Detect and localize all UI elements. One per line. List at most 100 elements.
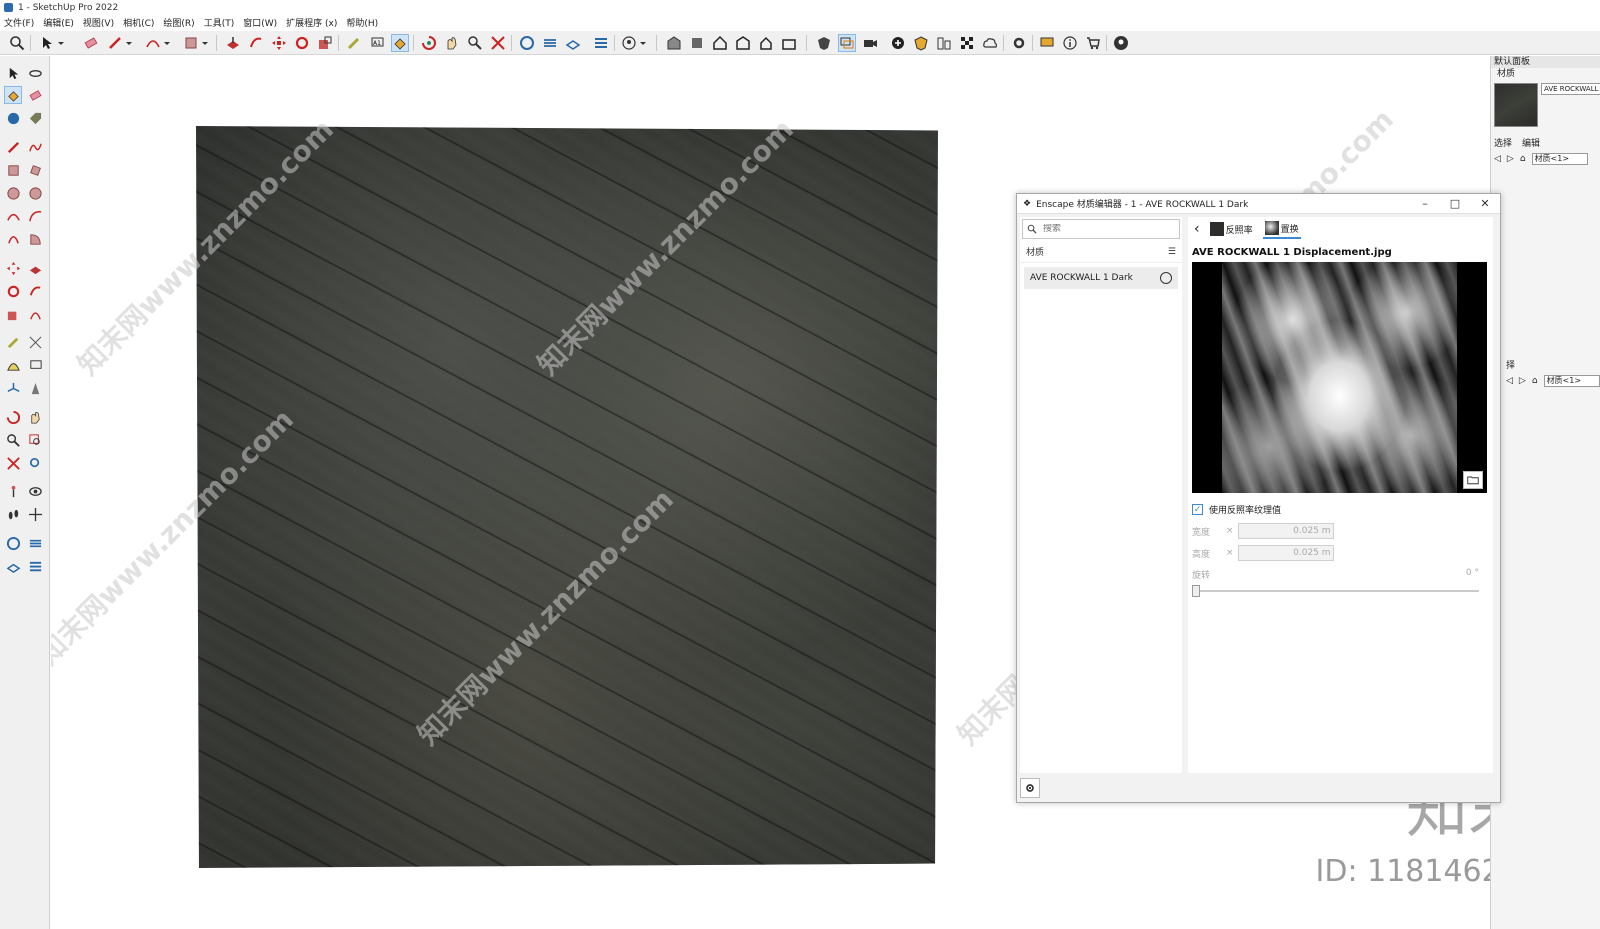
rotated-rectangle-icon[interactable] [26,161,44,179]
close-icon[interactable]: ✕ [1470,197,1500,210]
tag-icon[interactable] [26,109,44,127]
home-icon[interactable]: ⌂ [1520,154,1526,164]
view-side-icon[interactable] [757,34,775,52]
follow-me-icon[interactable] [26,282,44,300]
material-type-icon[interactable] [1160,272,1172,284]
tray-section-materials[interactable]: 材质 [1491,68,1600,80]
height-input[interactable] [1237,545,1334,561]
enscape-sync-icon[interactable] [541,34,559,52]
material-collection-select[interactable]: 材质<1> [1543,375,1600,387]
tab-edit[interactable]: 编辑 [1522,136,1540,149]
rotation-slider[interactable] [1192,585,1487,597]
search-icon[interactable] [8,34,26,52]
material-collection-select[interactable]: 材质<1> [1531,153,1588,165]
walk-icon[interactable] [4,505,22,523]
rotate-icon[interactable] [4,282,22,300]
slider-thumb[interactable] [1192,585,1200,597]
section-plane-icon[interactable] [26,505,44,523]
text-icon[interactable]: A1 [368,34,386,52]
enscape-views-icon[interactable] [4,557,22,575]
rectangle-icon[interactable] [182,34,200,52]
orbit-icon[interactable] [420,34,438,52]
pie-icon[interactable] [26,230,44,248]
arc-icon[interactable] [4,207,22,225]
extension-warehouse-icon[interactable] [688,34,706,52]
forward-arrow-icon[interactable]: ▷ [1507,154,1514,164]
menu-window[interactable]: 窗口(W) [243,16,277,29]
menu-camera[interactable]: 相机(C) [123,16,154,29]
follow-me-icon[interactable] [247,34,265,52]
tape-measure-icon[interactable] [4,333,22,351]
dimensions-icon[interactable] [935,34,953,52]
enscape-start-icon[interactable] [4,534,22,552]
camera-icon[interactable] [861,34,879,52]
home-icon[interactable] [711,34,729,52]
offset-icon[interactable] [26,305,44,323]
tab-select[interactable]: 选择 [1494,136,1512,149]
forward-arrow-icon[interactable]: ▷ [1519,376,1526,386]
cloud-icon[interactable] [981,34,999,52]
protractor-icon[interactable] [4,356,22,374]
paint-bucket-icon[interactable] [391,34,409,52]
shield-check-icon[interactable] [815,34,833,52]
checker-icon[interactable] [958,34,976,52]
view-front-icon[interactable] [734,34,752,52]
push-pull-icon[interactable] [26,259,44,277]
pan-icon[interactable] [26,408,44,426]
freehand-icon[interactable] [26,138,44,156]
scale-icon[interactable] [4,305,22,323]
hamburger-menu-icon[interactable]: ☰ [1168,247,1176,257]
move-icon[interactable] [4,259,22,277]
user-account-icon[interactable] [620,34,638,52]
position-camera-icon[interactable] [4,482,22,500]
enscape-start-icon[interactable] [518,34,536,52]
three-point-arc-icon[interactable] [4,230,22,248]
info-icon[interactable] [1061,34,1079,52]
folder-icon[interactable] [1463,471,1483,489]
back-arrow-icon[interactable]: ◁ [1506,376,1513,386]
polygon-icon[interactable] [26,184,44,202]
pan-icon[interactable] [443,34,461,52]
dimension-icon[interactable] [26,333,44,351]
pencil-icon[interactable] [106,34,124,52]
menu-draw[interactable]: 绘图(R) [163,16,194,29]
width-input[interactable] [1237,523,1334,539]
component-icon[interactable] [4,109,22,127]
zoom-icon[interactable] [4,431,22,449]
select-arrow-icon[interactable] [38,34,56,52]
arc-icon[interactable] [144,34,162,52]
rectangle-icon[interactable] [4,161,22,179]
enscape-capture-icon[interactable] [592,34,610,52]
back-arrow-icon[interactable]: ◁ [1494,154,1501,164]
3d-text-icon[interactable] [26,379,44,397]
menu-view[interactable]: 视图(V) [83,16,114,29]
rotate-icon[interactable] [293,34,311,52]
cart-icon[interactable] [1084,34,1102,52]
chevron-down-icon[interactable] [124,34,134,52]
chevron-down-icon[interactable] [56,34,66,52]
chevron-down-icon[interactable] [200,34,210,52]
zoom-icon[interactable] [466,34,484,52]
gear-icon[interactable] [1010,34,1028,52]
checkbox-check-icon[interactable]: ✓ [1192,504,1203,515]
layers-icon[interactable] [838,34,856,52]
menu-tools[interactable]: 工具(T) [204,16,235,29]
enscape-sync-icon[interactable] [26,534,44,552]
tab-albedo[interactable]: 反照率 [1208,220,1255,238]
menu-file[interactable]: 文件(F) [4,16,34,29]
pencil-icon[interactable] [4,138,22,156]
maximize-icon[interactable]: □ [1440,197,1470,210]
chevron-down-icon[interactable] [162,34,172,52]
previous-view-icon[interactable] [26,454,44,472]
push-pull-icon[interactable] [224,34,242,52]
search-box[interactable] [1022,219,1180,239]
orbit-icon[interactable] [26,64,44,82]
tab-displacement[interactable]: 置换 [1262,219,1301,239]
view-back-icon[interactable] [780,34,798,52]
text-icon[interactable] [26,356,44,374]
enscape-views-icon[interactable] [564,34,582,52]
minimize-icon[interactable]: – [1410,197,1440,210]
chevron-down-icon[interactable] [638,34,648,52]
material-list-item[interactable]: AVE ROCKWALL 1 Dark [1024,267,1178,289]
use-albedo-checkbox[interactable]: ✓ 使用反照率纹理值 [1192,503,1487,516]
